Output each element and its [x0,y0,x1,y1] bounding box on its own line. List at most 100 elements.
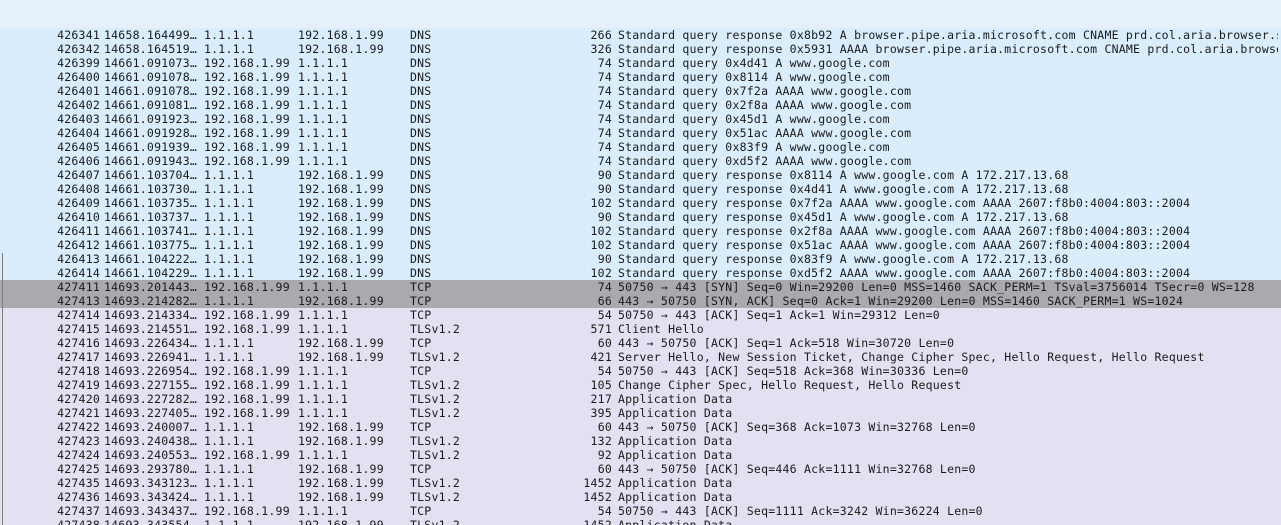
packet-row[interactable]: 42743814693.343554…1.1.1.1192.168.1.99TL… [0,518,1281,525]
col-no: 427425 [0,462,104,476]
col-info: Standard query 0x7f2a AAAA www.google.co… [618,84,1278,98]
col-no: 426413 [0,252,104,266]
col-proto: DNS [410,28,568,42]
packet-row[interactable]: 42639914661.091073…192.168.1.991.1.1.1DN… [0,56,1281,70]
packet-row[interactable]: 42741514693.214551…192.168.1.991.1.1.1TL… [0,322,1281,336]
packet-row[interactable]: 42640914661.103735…1.1.1.1192.168.1.99DN… [0,196,1281,210]
col-time: 14693.240553… [104,448,204,462]
col-src: 192.168.1.99 [204,154,298,168]
packet-row[interactable]: 42741814693.226954…192.168.1.991.1.1.1TC… [0,364,1281,378]
col-no: 426399 [0,56,104,70]
packet-row[interactable]: 42641314661.104222…1.1.1.1192.168.1.99DN… [0,252,1281,266]
packet-row[interactable]: 42742414693.240553…192.168.1.991.1.1.1TL… [0,448,1281,462]
col-info: Standard query response 0x45d1 A www.goo… [618,210,1278,224]
col-proto: DNS [410,140,568,154]
packet-row[interactable]: 42743614693.343424…1.1.1.1192.168.1.99TL… [0,490,1281,504]
packet-row[interactable]: 42742214693.240007…1.1.1.1192.168.1.99TC… [0,420,1281,434]
packet-row[interactable]: 42640814661.103730…1.1.1.1192.168.1.99DN… [0,182,1281,196]
col-src: 192.168.1.99 [204,364,298,378]
col-info: 50750 → 443 [SYN] Seq=0 Win=29200 Len=0 … [618,280,1278,294]
packet-row[interactable]: 42640614661.091943…192.168.1.991.1.1.1DN… [0,154,1281,168]
col-info: Change Cipher Spec, Hello Request, Hello… [618,378,1278,392]
packet-row[interactable]: 42634114658.164499…1.1.1.1192.168.1.99DN… [0,28,1281,42]
col-src: 192.168.1.99 [204,504,298,518]
packet-row[interactable]: 42741114693.201443…192.168.1.991.1.1.1TC… [0,280,1281,294]
packet-row[interactable]: 42640314661.091923…192.168.1.991.1.1.1DN… [0,112,1281,126]
packet-row[interactable]: 42640114661.091078…192.168.1.991.1.1.1DN… [0,84,1281,98]
packet-row[interactable]: 42741714693.226941…1.1.1.1192.168.1.99TL… [0,350,1281,364]
col-proto: DNS [410,196,568,210]
col-len: 421 [568,350,618,364]
col-info: 443 → 50750 [ACK] Seq=368 Ack=1073 Win=3… [618,420,1278,434]
col-time: 14693.227282… [104,392,204,406]
packet-list[interactable]: 42634114658.164499…1.1.1.1192.168.1.99DN… [0,0,1281,525]
col-time: 14693.214551… [104,322,204,336]
col-no: 426406 [0,154,104,168]
col-dst: 192.168.1.99 [298,518,410,525]
packet-row[interactable]: 42741614693.226434…1.1.1.1192.168.1.99TC… [0,336,1281,350]
col-proto: TLSv1.2 [410,434,568,448]
packet-row[interactable]: 42640014661.091078…192.168.1.991.1.1.1DN… [0,70,1281,84]
col-time: 14661.091923… [104,112,204,126]
col-proto: TLSv1.2 [410,392,568,406]
col-len: 90 [568,210,618,224]
col-len: 105 [568,378,618,392]
col-no: 427435 [0,476,104,490]
packet-row[interactable]: 42742014693.227282…192.168.1.991.1.1.1TL… [0,392,1281,406]
packet-row[interactable]: 42641114661.103741…1.1.1.1192.168.1.99DN… [0,224,1281,238]
col-src: 1.1.1.1 [204,238,298,252]
col-len: 90 [568,182,618,196]
col-time: 14658.164499… [104,28,204,42]
col-len: 74 [568,98,618,112]
col-dst: 192.168.1.99 [298,336,410,350]
col-no: 426405 [0,140,104,154]
col-info: Standard query 0x83f9 A www.google.com [618,140,1278,154]
col-src: 1.1.1.1 [204,224,298,238]
packet-row[interactable]: 42640714661.103704…1.1.1.1192.168.1.99DN… [0,168,1281,182]
col-no: 426414 [0,266,104,280]
col-info: Standard query response 0x8114 A www.goo… [618,168,1278,182]
col-src: 192.168.1.99 [204,308,298,322]
col-no: 426403 [0,112,104,126]
col-src: 1.1.1.1 [204,434,298,448]
col-dst: 1.1.1.1 [298,364,410,378]
packet-row[interactable]: 42640214661.091081…192.168.1.991.1.1.1DN… [0,98,1281,112]
packet-row[interactable]: 42741314693.214282…1.1.1.1192.168.1.99TC… [0,294,1281,308]
packet-row[interactable]: 42641414661.104229…1.1.1.1192.168.1.99DN… [0,266,1281,280]
col-src: 1.1.1.1 [204,196,298,210]
col-dst: 1.1.1.1 [298,322,410,336]
packet-row[interactable]: 42742514693.293780…1.1.1.1192.168.1.99TC… [0,462,1281,476]
packet-row[interactable]: 42641014661.103737…1.1.1.1192.168.1.99DN… [0,210,1281,224]
col-dst: 192.168.1.99 [298,490,410,504]
col-no: 427417 [0,350,104,364]
col-info: Standard query 0x4d41 A www.google.com [618,56,1278,70]
col-proto: DNS [410,224,568,238]
packet-row[interactable]: 42742314693.240438…1.1.1.1192.168.1.99TL… [0,434,1281,448]
col-time: 14693.240007… [104,420,204,434]
col-dst: 1.1.1.1 [298,448,410,462]
packet-row[interactable]: 42743714693.343437…192.168.1.991.1.1.1TC… [0,504,1281,518]
packet-row[interactable]: 42640414661.091928…192.168.1.991.1.1.1DN… [0,126,1281,140]
packet-row[interactable]: 42634214658.164519…1.1.1.1192.168.1.99DN… [0,42,1281,56]
col-time: 14693.226941… [104,350,204,364]
col-no: 427420 [0,392,104,406]
packet-row[interactable]: 42640514661.091939…192.168.1.991.1.1.1DN… [0,140,1281,154]
packet-row[interactable]: 42641214661.103775…1.1.1.1192.168.1.99DN… [0,238,1281,252]
col-proto: DNS [410,210,568,224]
col-src: 1.1.1.1 [204,210,298,224]
col-info: Standard query response 0x7f2a AAAA www.… [618,196,1278,210]
col-info: Application Data [618,392,1278,406]
col-no: 427411 [0,280,104,294]
col-src: 192.168.1.99 [204,406,298,420]
col-info: Standard query 0x8114 A www.google.com [618,70,1278,84]
packet-row[interactable]: 42741414693.214334…192.168.1.991.1.1.1TC… [0,308,1281,322]
packet-row[interactable]: 42743514693.343123…1.1.1.1192.168.1.99TL… [0,476,1281,490]
col-time: 14661.103737… [104,210,204,224]
col-no: 426412 [0,238,104,252]
packet-row[interactable]: 42742114693.227405…192.168.1.991.1.1.1TL… [0,406,1281,420]
col-len: 102 [568,238,618,252]
col-dst: 1.1.1.1 [298,406,410,420]
col-time: 14661.104222… [104,252,204,266]
col-src: 192.168.1.99 [204,392,298,406]
packet-row[interactable]: 42741914693.227155…192.168.1.991.1.1.1TL… [0,378,1281,392]
